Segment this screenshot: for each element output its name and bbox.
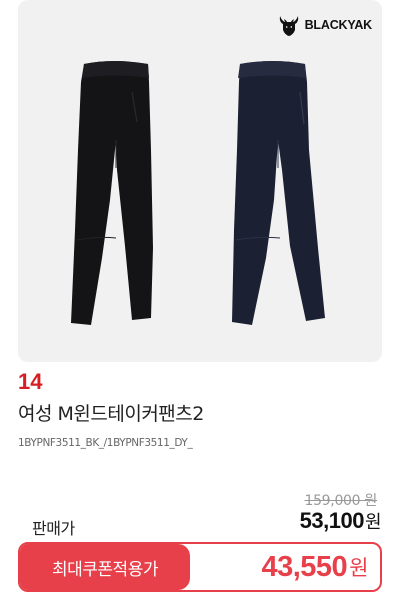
sale-price-label: 판매가	[32, 519, 75, 538]
pants-illustration	[71, 61, 325, 325]
product-code: 1BYPNF3511_BK_/1BYPNF3511_DY_	[18, 437, 193, 449]
coupon-label: 최대쿠폰적용가	[20, 544, 190, 590]
coupon-price: 43,550 원	[190, 544, 380, 590]
coupon-price-unit: 원	[349, 556, 368, 580]
product-image[interactable]: BLACKYAK	[18, 0, 382, 362]
navy-pants-image	[232, 61, 325, 325]
yak-head-icon	[279, 16, 298, 36]
sale-price-unit: 원	[364, 512, 382, 533]
product-card[interactable]: BLACKYAK 14 여성 M윈드테이커팬츠2 1BYPNF3511_BK_/…	[0, 0, 400, 600]
original-price: 159,000 원	[304, 493, 377, 509]
coupon-price-value: 43,550	[261, 550, 348, 583]
product-name[interactable]: 여성 M윈드테이커팬츠2	[18, 403, 204, 426]
brand-logo-text: BLACKYAK	[304, 18, 373, 32]
black-pants-image	[71, 61, 153, 325]
sale-price: 53,100원	[299, 508, 382, 534]
brand-logo: BLACKYAK	[276, 12, 372, 38]
coupon-price-box: 최대쿠폰적용가 43,550 원	[18, 542, 382, 592]
sale-price-value: 53,100	[299, 508, 365, 533]
rank-number: 14	[18, 369, 43, 394]
